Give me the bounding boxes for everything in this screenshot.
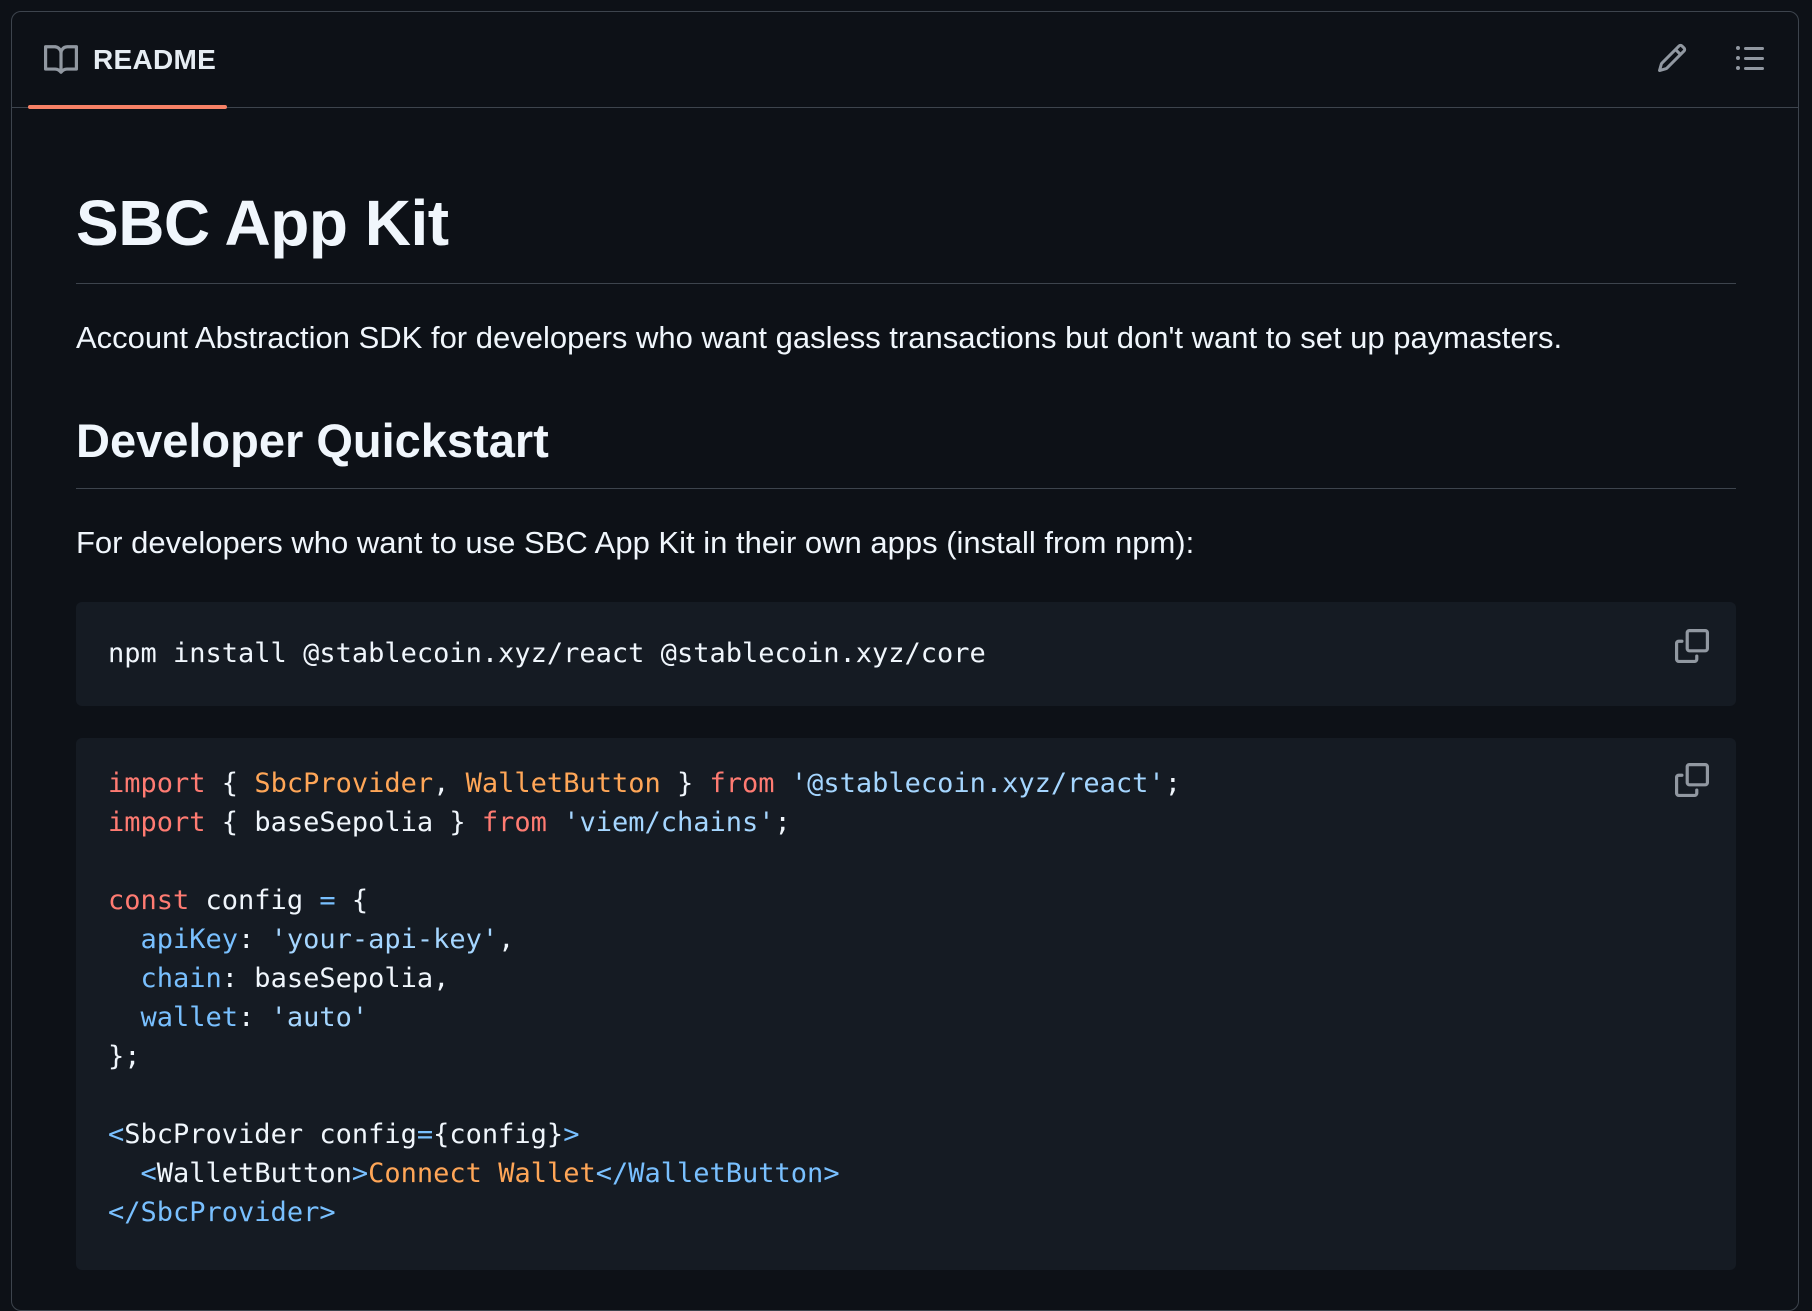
pencil-icon — [1656, 42, 1688, 79]
code-line: }; — [108, 1041, 141, 1072]
code-line: apiKey: 'your-api-key', — [140, 924, 515, 955]
code-line: const config = { — [108, 885, 369, 916]
code-line: wallet: 'auto' — [140, 1002, 369, 1033]
edit-file-button[interactable] — [1648, 36, 1696, 84]
code-line: import { SbcProvider, WalletButton } fro… — [108, 768, 1181, 799]
section-divider — [76, 488, 1736, 489]
section-paragraph: For developers who want to use SBC App K… — [76, 525, 1195, 560]
copy-install-button[interactable] — [1672, 628, 1712, 668]
intro-paragraph: Account Abstraction SDK for developers w… — [76, 320, 1563, 355]
book-icon — [44, 43, 78, 77]
usage-code[interactable]: import { SbcProvider, WalletButton } fro… — [108, 764, 1181, 1232]
code-line: <WalletButton>Connect Wallet</WalletButt… — [140, 1158, 840, 1189]
tab-readme[interactable]: README — [28, 12, 227, 109]
usage-code-block: import { SbcProvider, WalletButton } fro… — [76, 738, 1736, 1270]
code-line: import { baseSepolia } from 'viem/chains… — [108, 807, 791, 838]
title-divider — [76, 283, 1736, 284]
section-heading: Developer Quickstart — [76, 414, 549, 467]
copy-icon — [1675, 628, 1709, 668]
tab-readme-label: README — [93, 44, 217, 75]
tab-active-indicator — [28, 105, 227, 109]
outline-button[interactable] — [1726, 36, 1774, 84]
code-line: chain: baseSepolia, — [140, 963, 450, 994]
code-line: </SbcProvider> — [108, 1197, 336, 1228]
list-unordered-icon — [1734, 42, 1766, 79]
readme-panel: README SBC App Kit Account Abstraction S… — [11, 11, 1799, 1311]
install-code-block: npm install @stablecoin.xyz/react @stabl… — [76, 602, 1736, 706]
install-command[interactable]: npm install @stablecoin.xyz/react @stabl… — [108, 634, 986, 673]
copy-icon — [1675, 762, 1709, 802]
copy-usage-button[interactable] — [1672, 762, 1712, 802]
readme-header: README — [12, 12, 1798, 109]
code-line: <SbcProvider config={config}> — [108, 1119, 580, 1150]
page-title: SBC App Kit — [76, 187, 449, 259]
